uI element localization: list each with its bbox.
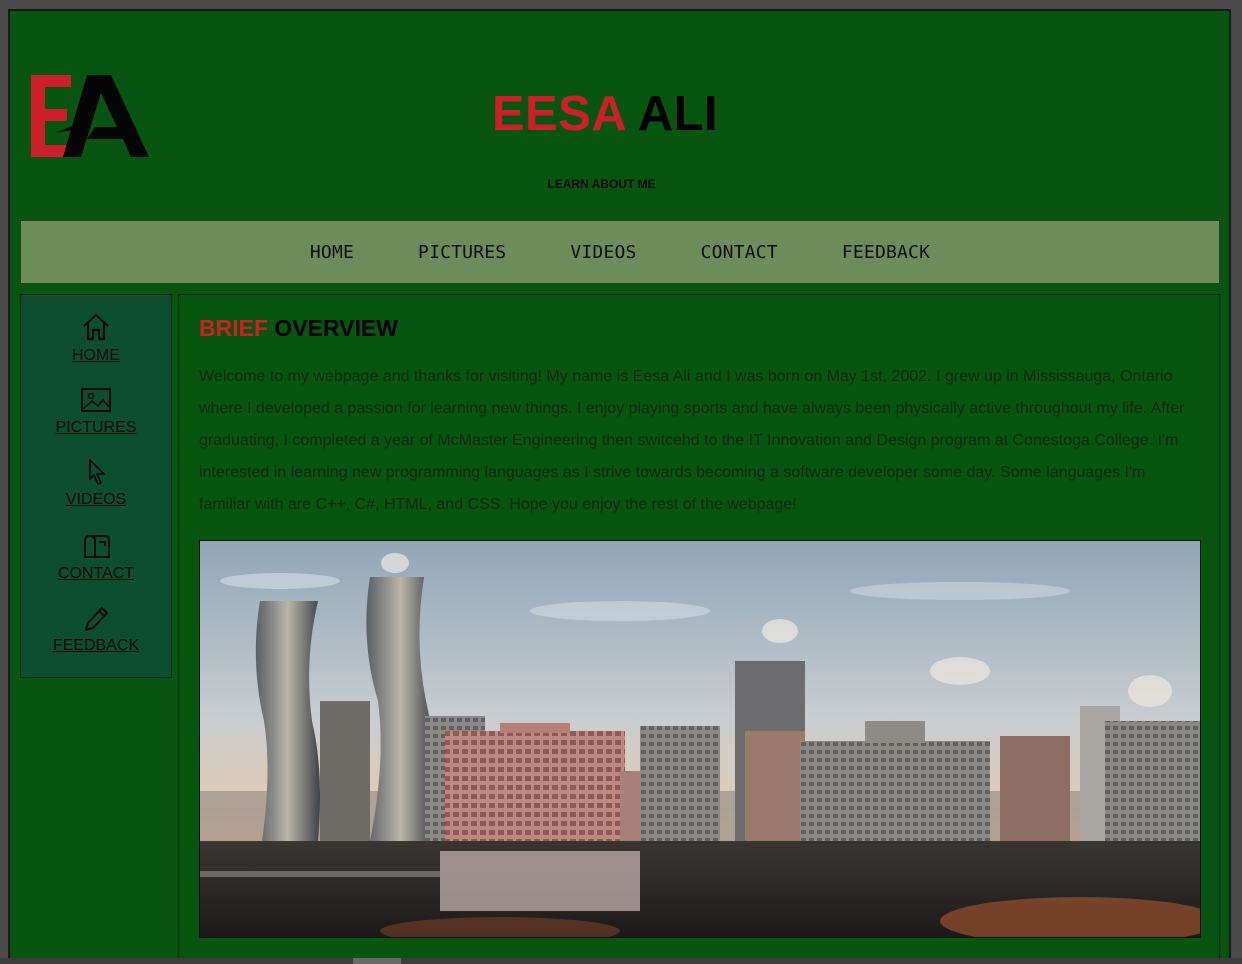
pencil-icon <box>85 607 108 631</box>
city-skyline-image <box>199 540 1201 938</box>
nav-pictures[interactable]: PICTURES <box>418 242 506 263</box>
site-subtitle: LEARN ABOUT ME <box>547 177 656 191</box>
page: EA EESA ALI LEARN ABOUT ME HOME PICTURES… <box>8 9 1231 964</box>
section-heading: BRIEF OVERVIEW <box>199 315 398 342</box>
cursor-icon <box>89 459 105 485</box>
heading-highlight: BRIEF <box>199 315 268 341</box>
scrollbar-thumb[interactable] <box>353 958 401 964</box>
heading-rest: OVERVIEW <box>274 315 398 341</box>
main-content: BRIEF OVERVIEW Welcome to my webpage and… <box>178 294 1220 962</box>
overview-paragraph: Welcome to my webpage and thanks for vis… <box>199 368 1185 513</box>
title-last-name: ALI <box>637 87 719 141</box>
horizontal-scrollbar[interactable] <box>0 958 1242 964</box>
sidebar-item-home[interactable]: HOME <box>21 311 171 365</box>
image-icon <box>81 388 111 412</box>
sidebar-item-label: CONTACT <box>57 565 135 582</box>
nav-feedback[interactable]: FEEDBACK <box>842 242 930 263</box>
title-first-name: EESA <box>491 87 626 141</box>
sidebar-item-feedback[interactable]: FEEDBACK <box>21 603 171 655</box>
sidebar-item-label: FEEDBACK <box>52 637 140 654</box>
site-title: EESA ALI <box>10 86 1200 142</box>
mailbox-icon <box>84 535 110 558</box>
house-icon <box>83 313 109 341</box>
sidebar-item-label: HOME <box>72 347 120 364</box>
nav-home[interactable]: HOME <box>310 242 354 263</box>
top-navigation: HOME PICTURES VIDEOS CONTACT FEEDBACK <box>20 220 1220 284</box>
sidebar-item-label: VIDEOS <box>65 491 127 508</box>
sidebar-item-contact[interactable]: CONTACT <box>21 531 171 583</box>
nav-videos[interactable]: VIDEOS <box>570 242 636 263</box>
sidebar: HOME PICTURES VIDEOS CONTACT FEEDBACK <box>20 294 172 678</box>
nav-contact[interactable]: CONTACT <box>701 242 778 263</box>
sidebar-item-pictures[interactable]: PICTURES <box>21 385 171 437</box>
sidebar-item-videos[interactable]: VIDEOS <box>21 457 171 509</box>
sidebar-item-label: PICTURES <box>55 419 137 436</box>
